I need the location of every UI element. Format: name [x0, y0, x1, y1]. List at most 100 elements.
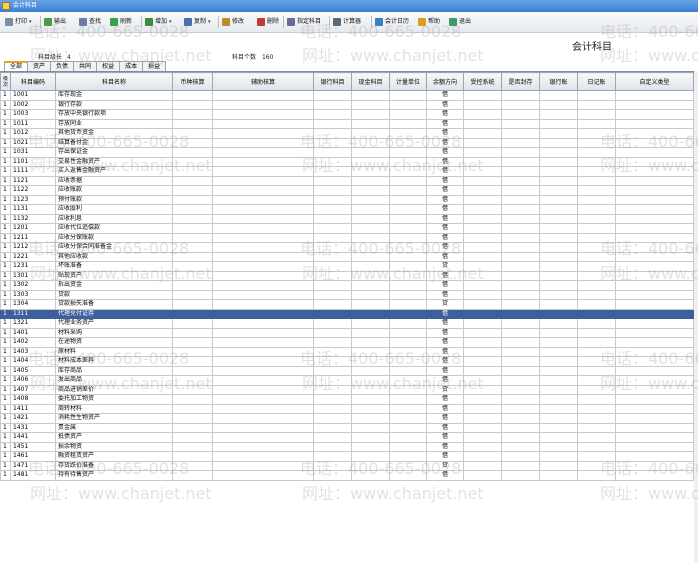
- table-row[interactable]: 1 1471 存货跌价准备 贷: [0, 460, 694, 471]
- column-header[interactable]: 受控系统: [463, 72, 502, 91]
- column-header[interactable]: 银行账: [539, 72, 578, 91]
- table-row[interactable]: 1 1011 存放同业 借: [0, 118, 694, 129]
- copy-button[interactable]: 复制 ▾: [184, 16, 211, 28]
- dropdown-arrow-icon[interactable]: ▾: [29, 16, 32, 28]
- empty-cell: [389, 204, 427, 215]
- tab-4[interactable]: 权益: [96, 61, 121, 71]
- table-row[interactable]: 1 1304 贷款损失准备 贷: [0, 299, 694, 310]
- empty-cell: [172, 356, 213, 367]
- empty-cell: [389, 413, 427, 424]
- table-row[interactable]: 1 1481 持有待售资产 借: [0, 470, 694, 481]
- table-row[interactable]: 1 1321 代理业务资产 借: [0, 318, 694, 329]
- table-row[interactable]: 1 1231 坏账准备 贷: [0, 261, 694, 272]
- table-row[interactable]: 1 1012 其他货币资金 借: [0, 128, 694, 139]
- empty-cell: [577, 118, 616, 129]
- column-header[interactable]: 日记账: [577, 72, 616, 91]
- column-header[interactable]: 现金科目: [351, 72, 390, 91]
- empty-cell: [351, 128, 390, 139]
- column-header[interactable]: 计量单位: [389, 72, 427, 91]
- tab-3[interactable]: 共同: [73, 61, 98, 71]
- column-header[interactable]: 自定义类型: [615, 72, 694, 91]
- empty-cell: [351, 204, 390, 215]
- export-button[interactable]: 输出: [44, 16, 66, 28]
- column-header[interactable]: 币种核算: [172, 72, 213, 91]
- tab-6[interactable]: 损益: [142, 61, 167, 71]
- table-row[interactable]: 1 1002 银行存款 借: [0, 99, 694, 110]
- table-row[interactable]: 1 1311 代理兑付证券 借: [0, 308, 694, 319]
- table-row[interactable]: 1 1101 交易性金融资产 借: [0, 156, 694, 167]
- table-row[interactable]: 1 1408 委托加工物资 借: [0, 394, 694, 405]
- table-row[interactable]: 1 1303 贷款 借: [0, 289, 694, 300]
- table-row[interactable]: 1 1411 周转材料 借: [0, 403, 694, 414]
- table-row[interactable]: 1 1123 预付账款 借: [0, 194, 694, 205]
- calendar-button[interactable]: 会计日历: [375, 16, 409, 28]
- account-code-cell: 1406: [10, 375, 56, 386]
- refresh-button[interactable]: 刷新: [110, 16, 132, 28]
- table-row[interactable]: 1 1132 应收利息 借: [0, 213, 694, 224]
- empty-cell: [172, 128, 213, 139]
- vertical-scrollbar[interactable]: [694, 71, 698, 562]
- table-row[interactable]: 1 1406 发出商品 借: [0, 375, 694, 386]
- tab-0[interactable]: 全部: [4, 61, 29, 71]
- table-row[interactable]: 1 1407 商品进销差价 贷: [0, 384, 694, 395]
- table-row[interactable]: 1 1121 应收票据 借: [0, 175, 694, 186]
- dropdown-arrow-icon[interactable]: ▾: [169, 16, 172, 28]
- dropdown-arrow-icon[interactable]: ▾: [208, 16, 211, 28]
- table-row[interactable]: 1 1402 在途物资 借: [0, 337, 694, 348]
- empty-cell: [172, 337, 213, 348]
- column-header[interactable]: 是否封存: [501, 72, 540, 91]
- table-row[interactable]: 1 1021 结算备付金 借: [0, 137, 694, 148]
- assign-button[interactable]: 指定科目: [287, 16, 321, 28]
- table-row[interactable]: 1 1131 应收股利 借: [0, 204, 694, 215]
- table-row[interactable]: 1 1441 抵债资产 借: [0, 432, 694, 443]
- table-row[interactable]: 1 1431 贵金属 借: [0, 422, 694, 433]
- tab-1[interactable]: 资产: [27, 61, 52, 71]
- empty-cell: [212, 251, 314, 262]
- delete-button[interactable]: 删除: [257, 16, 279, 28]
- table-row[interactable]: 1 1301 贴现资产 借: [0, 270, 694, 281]
- add-button[interactable]: 增加 ▾: [145, 16, 172, 28]
- column-header[interactable]: 辅助核算: [212, 72, 314, 91]
- table-row[interactable]: 1 1404 材料成本差异 借: [0, 356, 694, 367]
- table-row[interactable]: 1 1211 应收分保账款 借: [0, 232, 694, 243]
- column-header[interactable]: 余额方向: [426, 72, 464, 91]
- exit-button[interactable]: 退出: [449, 16, 471, 28]
- help-button[interactable]: 帮助: [418, 16, 440, 28]
- empty-cell: [577, 403, 616, 414]
- empty-cell: [351, 327, 390, 338]
- table-row[interactable]: 1 1122 应收账款 借: [0, 185, 694, 196]
- table-row[interactable]: 1 1401 材料采购 借: [0, 327, 694, 338]
- table-row[interactable]: 1 1201 应收代位追偿款 借: [0, 223, 694, 234]
- empty-cell: [212, 280, 314, 291]
- column-header[interactable]: 银行科目: [313, 72, 352, 91]
- table-row[interactable]: 1 1421 消耗性生物资产 借: [0, 413, 694, 424]
- calendar-icon: [375, 18, 383, 26]
- edit-button[interactable]: 修改: [222, 16, 244, 28]
- table-row[interactable]: 1 1031 存出保证金 借: [0, 147, 694, 158]
- table-row[interactable]: 1 1302 拆出资金 借: [0, 280, 694, 291]
- table-row[interactable]: 1 1001 库存现金 借: [0, 90, 694, 101]
- table-row[interactable]: 1 1451 损余物资 借: [0, 441, 694, 452]
- table-row[interactable]: 1 1003 存放中央银行款项 借: [0, 109, 694, 120]
- table-row[interactable]: 1 1461 融资租赁资产 借: [0, 451, 694, 462]
- table-row[interactable]: 1 1111 买入返售金融资产借: [0, 166, 694, 177]
- column-header[interactable]: 科目编码: [10, 72, 56, 91]
- column-header[interactable]: 级次: [0, 72, 11, 91]
- table-row[interactable]: 1 1212 应收分保合同准备金 借: [0, 242, 694, 253]
- printer-button[interactable]: 打印 ▾: [5, 16, 32, 28]
- toolbar: 打印 ▾ 输出 查找 刷新 增加 ▾ 复制 ▾ 修改 删除 指定科目 计算器 会计日历 帮助 退出: [0, 12, 698, 33]
- empty-cell: [351, 251, 390, 262]
- empty-cell: [351, 299, 390, 310]
- empty-cell: [577, 346, 616, 357]
- table-row[interactable]: 1 1221 其他应收款 借: [0, 251, 694, 262]
- empty-cell: [463, 118, 502, 129]
- account-code-cell: 1201: [10, 223, 56, 234]
- column-header[interactable]: 科目名称: [55, 72, 173, 91]
- empty-cell: [313, 213, 352, 224]
- tab-5[interactable]: 成本: [119, 61, 144, 71]
- tab-2[interactable]: 负债: [50, 61, 75, 71]
- table-row[interactable]: 1 1405 库存商品 借: [0, 365, 694, 376]
- calculator-button[interactable]: 计算器: [333, 16, 361, 28]
- table-row[interactable]: 1 1403 原材料 借: [0, 346, 694, 357]
- search-button[interactable]: 查找: [79, 16, 101, 28]
